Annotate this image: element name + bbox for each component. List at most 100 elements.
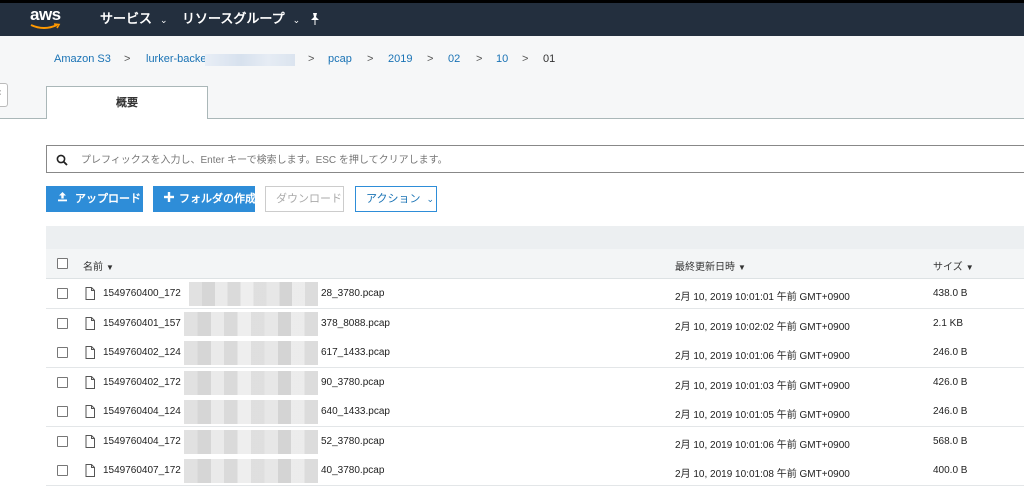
search-input[interactable] [79, 150, 983, 170]
breadcrumb-item[interactable]: 2019 [388, 52, 412, 66]
file-name-prefix[interactable]: 1549760402_124 [103, 347, 181, 358]
table-row[interactable]: 1549760404_124 640_1433.pcap 2月 10, 2019 1… [46, 397, 1024, 427]
redacted-region [184, 429, 318, 454]
file-name-prefix[interactable]: 1549760402_172 [103, 377, 181, 388]
create-folder-button[interactable]: フォルダの作成 [153, 186, 256, 212]
column-header-name[interactable]: 名前 ▼ [83, 258, 114, 273]
table-row[interactable]: 1549760401_157 378_8088.pcap 2月 10, 2019 1… [46, 308, 1024, 339]
table-row[interactable]: 1549760404_172 52_3780.pcap 2月 10, 2019 10… [46, 426, 1024, 457]
chevron-left-icon: ‹ [0, 87, 1, 98]
upload-label: アップロード [75, 193, 141, 205]
tab-overview[interactable]: 概要 [46, 86, 208, 119]
upload-button[interactable]: アップロード [46, 186, 143, 212]
file-name-suffix[interactable]: 617_1433.pcap [321, 347, 390, 358]
resource-groups-label: リソースグループ [182, 11, 285, 26]
actions-label: アクション [366, 193, 421, 205]
file-name-suffix[interactable]: 28_3780.pcap [321, 288, 384, 299]
file-name-prefix[interactable]: 1549760401_157 [103, 318, 181, 329]
breadcrumb-separator: > [367, 53, 374, 65]
file-name-suffix[interactable]: 640_1433.pcap [321, 406, 390, 417]
breadcrumb-current: 01 [543, 53, 556, 65]
resource-groups-menu[interactable]: リソースグループ ⌄ [182, 11, 300, 28]
actions-dropdown[interactable]: アクション ⌄ [355, 186, 437, 212]
aws-logo[interactable]: aws [30, 6, 64, 32]
search-icon [56, 153, 68, 171]
aws-smile-icon [30, 23, 61, 29]
file-name-suffix[interactable]: 90_3780.pcap [321, 377, 384, 388]
file-icon [85, 316, 95, 335]
column-label: サイズ [933, 262, 963, 273]
create-folder-label: フォルダの作成 [179, 193, 256, 205]
breadcrumb-item[interactable]: 10 [496, 52, 508, 66]
row-checkbox[interactable] [57, 376, 68, 388]
last-modified: 2月 10, 2019 10:01:06 午前 GMT+0900 [675, 351, 850, 362]
table-row[interactable]: 1549760402_124 617_1433.pcap 2月 10, 2019 1… [46, 338, 1024, 368]
upload-icon [57, 187, 68, 211]
file-name-suffix[interactable]: 52_3780.pcap [321, 436, 384, 447]
pin-icon[interactable] [309, 12, 321, 31]
table-header: 名前 ▼ 最終更新日時 ▼ サイズ ▼ [46, 249, 1024, 279]
column-label: 最終更新日時 [675, 262, 735, 273]
redacted-region [184, 400, 318, 424]
row-checkbox[interactable] [57, 347, 68, 358]
sort-caret-icon: ▼ [106, 263, 114, 272]
file-size: 426.0 B [933, 376, 968, 388]
breadcrumb-item[interactable]: lurker-backe [146, 52, 207, 66]
file-icon [85, 346, 95, 364]
breadcrumb-item[interactable]: pcap [328, 52, 352, 66]
top-nav: aws サービス ⌄ リソースグループ ⌄ [0, 0, 1024, 36]
file-name-suffix[interactable]: 40_3780.pcap [321, 465, 384, 476]
file-size: 246.0 B [933, 406, 968, 417]
chevron-down-icon: ⌄ [160, 15, 168, 25]
breadcrumb-separator: > [124, 53, 131, 65]
breadcrumb-separator: > [427, 53, 434, 65]
search-box [46, 145, 1024, 173]
redacted-region [184, 311, 318, 336]
breadcrumb-item[interactable]: Amazon S3 [54, 52, 111, 66]
file-name-suffix[interactable]: 378_8088.pcap [321, 318, 390, 329]
column-header-size[interactable]: サイズ ▼ [933, 258, 974, 273]
column-header-modified[interactable]: 最終更新日時 ▼ [675, 258, 746, 273]
table-row[interactable]: 1549760407_172 40_3780.pcap 2月 10, 2019 10… [46, 456, 1024, 486]
last-modified: 2月 10, 2019 10:01:01 午前 GMT+0900 [675, 292, 850, 303]
file-icon [85, 375, 95, 394]
file-size: 246.0 B [933, 347, 968, 358]
file-icon [85, 464, 95, 482]
row-checkbox[interactable] [57, 465, 68, 476]
last-modified: 2月 10, 2019 10:02:02 午前 GMT+0900 [675, 321, 850, 333]
file-name-prefix[interactable]: 1549760404_124 [103, 406, 181, 417]
last-modified: 2月 10, 2019 10:01:03 午前 GMT+0900 [675, 380, 850, 392]
file-size: 400.0 B [933, 465, 968, 476]
select-all-checkbox[interactable] [57, 258, 68, 269]
table-row[interactable]: 1549760402_172 90_3780.pcap 2月 10, 2019 10… [46, 367, 1024, 398]
last-modified: 2月 10, 2019 10:01:05 午前 GMT+0900 [675, 410, 850, 421]
redacted-region [189, 282, 318, 306]
row-checkbox[interactable] [57, 406, 68, 417]
aws-logo-text: aws [30, 5, 61, 24]
file-size: 568.0 B [933, 435, 968, 447]
redacted-region [184, 459, 318, 483]
file-name-prefix[interactable]: 1549760407_172 [103, 465, 181, 476]
file-icon [85, 434, 95, 453]
sidebar-toggle[interactable]: ‹ [0, 83, 8, 107]
redacted-region [184, 341, 318, 365]
breadcrumb-item[interactable]: 02 [448, 52, 460, 66]
sort-caret-icon: ▼ [738, 263, 746, 272]
row-checkbox[interactable] [57, 317, 68, 329]
file-name-prefix[interactable]: 1549760400_172 [103, 288, 181, 299]
services-label: サービス [100, 11, 153, 26]
download-button[interactable]: ダウンロード [265, 186, 344, 212]
chevron-down-icon: ⌄ [292, 15, 301, 25]
file-name-prefix[interactable]: 1549760404_172 [103, 436, 181, 447]
table-toolbar-band [46, 226, 1024, 249]
redacted-region [205, 54, 295, 66]
breadcrumb-separator: > [476, 53, 483, 65]
table-row[interactable]: 1549760400_172 28_3780.pcap 2月 10, 2019 10… [46, 279, 1024, 309]
row-checkbox[interactable] [57, 435, 68, 447]
last-modified: 2月 10, 2019 10:01:06 午前 GMT+0900 [675, 439, 850, 451]
row-checkbox[interactable] [57, 288, 68, 299]
breadcrumb-separator: > [308, 53, 315, 65]
services-menu[interactable]: サービス ⌄ [100, 11, 168, 28]
file-icon [85, 287, 95, 305]
file-size: 2.1 KB [933, 317, 964, 329]
